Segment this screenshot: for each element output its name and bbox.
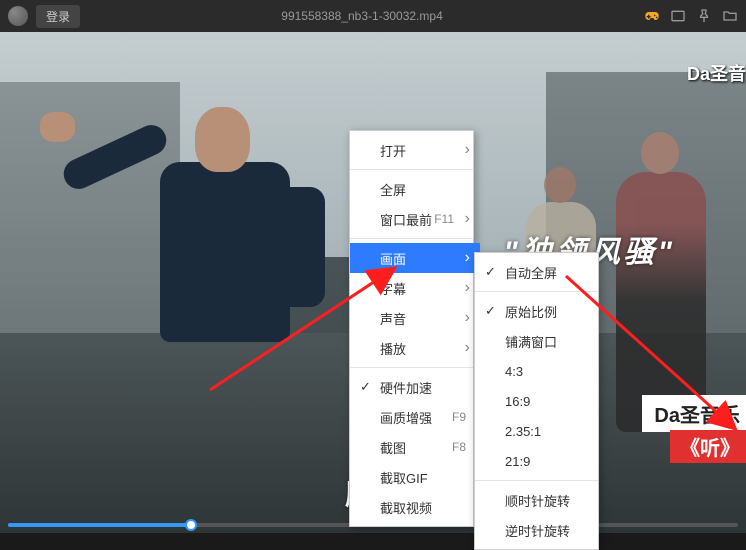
pin-icon[interactable] (696, 8, 712, 24)
progress-fill (8, 523, 191, 527)
menu-label: 21:9 (505, 454, 530, 469)
menu-item-topmost[interactable]: 窗口最前F11 (350, 204, 480, 234)
menu-item-open[interactable]: 打开 (350, 135, 480, 165)
menu-label: 硬件加速 (380, 378, 432, 397)
submenu-item-rotate-ccw[interactable]: 逆时针旋转 (475, 515, 605, 545)
watermark-sublabel: 《听》 (670, 430, 746, 463)
menu-separator (475, 291, 598, 292)
submenu-item-fill-window[interactable]: 铺满窗口 (475, 326, 605, 356)
submenu-item-4-3[interactable]: 4:3 (475, 356, 605, 386)
menu-item-audio[interactable]: 声音 (350, 303, 480, 333)
menu-item-hwaccel[interactable]: 硬件加速 (350, 372, 480, 402)
mini-mode-icon[interactable] (670, 8, 686, 24)
menu-item-clip[interactable]: 截取视频 (350, 492, 480, 522)
menu-item-enhance[interactable]: 画质增强 F9 (350, 402, 480, 432)
titlebar-actions (644, 8, 738, 24)
menu-label: 字幕 (380, 279, 406, 298)
context-menu-main: 打开 全屏 窗口最前F11 画面 字幕 声音 播放 硬件加速 画质增强 F9 截图… (349, 130, 474, 527)
submenu-item-21-9[interactable]: 21:9 (475, 446, 605, 476)
submenu-item-rotate-cw[interactable]: 顺时针旋转 (475, 485, 605, 515)
menu-label: 全屏 (380, 180, 406, 199)
login-button[interactable]: 登录 (36, 5, 80, 28)
menu-label: 2.35:1 (505, 424, 541, 439)
menu-shortcut: F11 (434, 212, 454, 226)
menu-label: 铺满窗口 (505, 332, 557, 351)
titlebar: 登录 991558388_nb3-1-30032.mp4 (0, 0, 746, 32)
menu-item-screenshot[interactable]: 截图 F8 (350, 432, 480, 462)
menu-label: 打开 (380, 141, 406, 160)
menu-label: 自动全屏 (505, 263, 557, 282)
gamepad-icon[interactable] (644, 8, 660, 24)
menu-shortcut: F8 (452, 440, 466, 454)
submenu-item-235-1[interactable]: 2.35:1 (475, 416, 605, 446)
menu-label: 窗口最前 (380, 210, 432, 229)
menu-label: 播放 (380, 339, 406, 358)
window-title: 991558388_nb3-1-30032.mp4 (88, 9, 636, 23)
menu-label: 画质增强 (380, 408, 432, 427)
menu-item-subtitle[interactable]: 字幕 (350, 273, 480, 303)
menu-label: 声音 (380, 309, 406, 328)
submenu-item-auto-fullscreen[interactable]: 自动全屏 (475, 257, 605, 287)
menu-item-gif[interactable]: 截取GIF (350, 462, 480, 492)
menu-separator (350, 367, 473, 368)
submenu-item-16-9[interactable]: 16:9 (475, 386, 605, 416)
context-menu-picture: 自动全屏 原始比例 铺满窗口 4:3 16:9 2.35:1 21:9 顺时针旋… (474, 252, 599, 550)
menu-separator (475, 480, 598, 481)
menu-separator (350, 238, 473, 239)
menu-label: 截取GIF (380, 468, 428, 487)
menu-label: 画面 (380, 249, 406, 268)
menu-item-fullscreen[interactable]: 全屏 (350, 174, 480, 204)
submenu-item-original-ratio[interactable]: 原始比例 (475, 296, 605, 326)
menu-label: 原始比例 (505, 302, 557, 321)
menu-label: 顺时针旋转 (505, 491, 570, 510)
menu-item-picture[interactable]: 画面 (350, 243, 480, 273)
menu-shortcut: F9 (452, 410, 466, 424)
menu-separator (350, 169, 473, 170)
menu-label: 截取视频 (380, 498, 432, 517)
watermark-label: Da圣音乐 (642, 395, 746, 432)
menu-label: 4:3 (505, 364, 523, 379)
app-logo (8, 6, 28, 26)
menu-label: 逆时针旋转 (505, 521, 570, 540)
watermark-top: Da圣音 (687, 60, 746, 86)
open-folder-icon[interactable] (722, 8, 738, 24)
menu-item-playback[interactable]: 播放 (350, 333, 480, 363)
progress-thumb[interactable] (185, 519, 197, 531)
menu-label: 16:9 (505, 394, 530, 409)
menu-label: 截图 (380, 438, 406, 457)
